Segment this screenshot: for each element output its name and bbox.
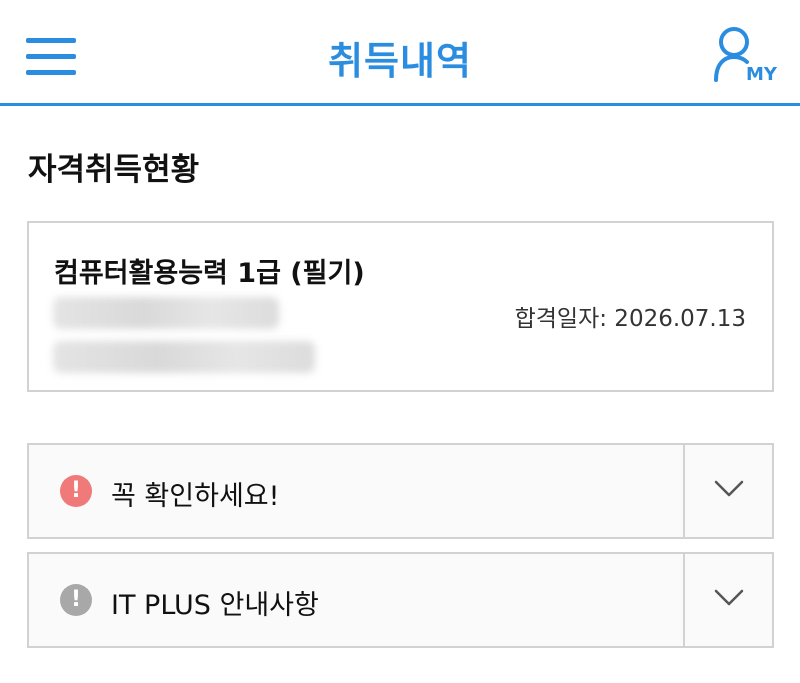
chevron-down-icon [714,480,744,497]
app-header: 취득내역 MY [0,0,800,106]
expand-toggle[interactable] [683,445,772,537]
certificate-card: 컴퓨터활용능력 1급 (필기) 합격일자: 2026.07.13 [27,221,774,392]
expand-toggle[interactable] [683,554,772,646]
accordion-label: IT PLUS 안내사항 [111,590,319,621]
my-page-button[interactable]: MY [712,26,782,88]
accordion-header[interactable]: ! 꼭 확인하세요! [29,445,683,537]
section-title: 자격취득현황 [28,152,200,188]
accordion-notice: ! 꼭 확인하세요! [27,443,774,539]
accordion-itplus: ! IT PLUS 안내사항 [27,552,774,648]
chevron-down-icon [714,589,744,606]
accordion-header[interactable]: ! IT PLUS 안내사항 [29,554,683,646]
redacted-info [53,341,315,373]
redacted-info [53,297,279,329]
certificate-name: 컴퓨터활용능력 1급 (필기) [54,258,365,289]
my-label: MY [746,64,777,85]
accordion-label: 꼭 확인하세요! [111,481,280,512]
pass-date: 합격일자: 2026.07.13 [514,306,746,332]
page-title: 취득내역 [328,39,472,83]
info-alert-icon: ! [60,584,92,616]
alert-icon: ! [60,475,92,507]
